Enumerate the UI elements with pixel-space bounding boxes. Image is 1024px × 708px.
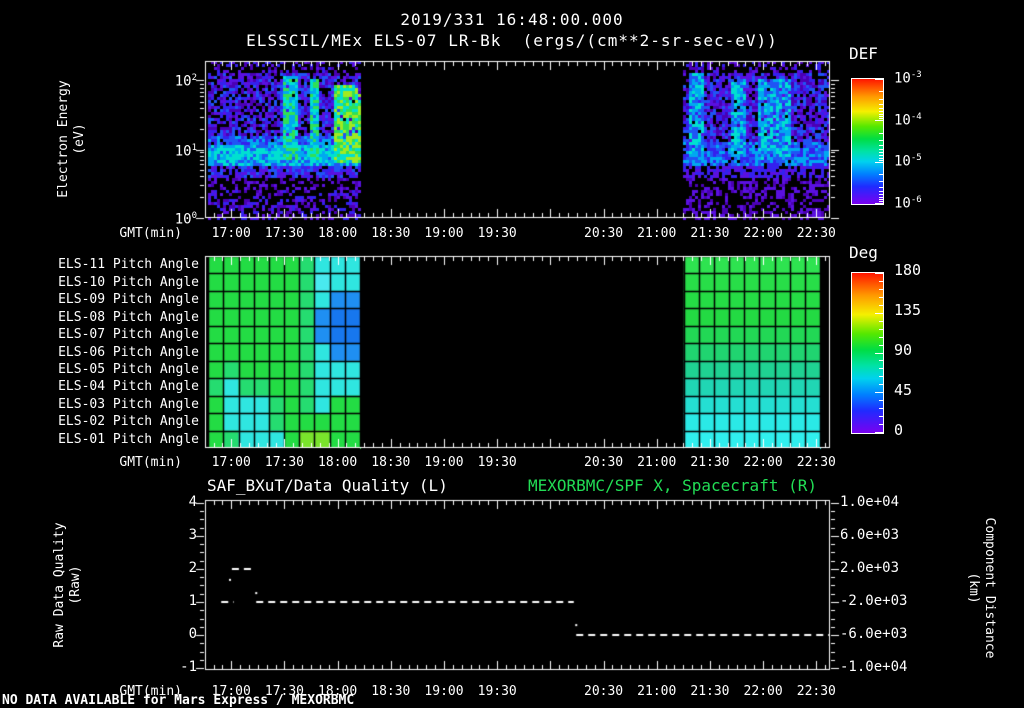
x-tick-label: 22:00 bbox=[743, 684, 783, 699]
def-colorbar-tick-label: 10-3 bbox=[894, 70, 922, 87]
x-tick-label: 19:30 bbox=[477, 684, 517, 699]
gmt-axis-title: GMT(min) bbox=[119, 226, 182, 241]
pitch-angle-row-label: ELS-05 Pitch Angle bbox=[58, 361, 199, 377]
quality-tick-label: 3 bbox=[188, 527, 197, 543]
x-tick-label: 19:30 bbox=[477, 455, 517, 470]
x-tick-label: 21:30 bbox=[690, 226, 730, 241]
x-tick-label: 21:30 bbox=[690, 684, 730, 699]
x-tick-label: 17:30 bbox=[264, 455, 305, 470]
x-tick-label: 19:00 bbox=[424, 226, 464, 241]
pitch-angle-row-label: ELS-10 Pitch Angle bbox=[58, 274, 199, 290]
x-tick-label: 17:00 bbox=[211, 455, 251, 470]
energy-tick-label: 102 bbox=[174, 72, 197, 90]
pitch-angle-row-label: ELS-03 Pitch Angle bbox=[58, 396, 199, 412]
deg-colorbar-tick-label: 90 bbox=[894, 341, 913, 359]
distance-tick-label: 1.0e+04 bbox=[840, 494, 900, 510]
x-tick-label: 19:00 bbox=[424, 684, 464, 699]
def-colorbar-tick-label: 10-5 bbox=[894, 153, 922, 170]
distance-tick-label: 6.0e+03 bbox=[840, 527, 900, 543]
x-tick-label: 22:00 bbox=[743, 455, 783, 470]
quality-tick-label: -1 bbox=[180, 659, 197, 675]
x-tick-label: 22:30 bbox=[796, 684, 836, 699]
axis-labels-layer: GMT(min) 17:00 17:30 18:00 18:30 19:00 19:30 20… bbox=[0, 0, 1024, 708]
x-tick-label: 21:00 bbox=[637, 455, 677, 470]
pitch-angle-row-label: ELS-11 Pitch Angle bbox=[58, 257, 199, 273]
no-data-status-line: NO DATA AVAILABLE for Mars Express / MEX… bbox=[2, 693, 355, 708]
spectrogram-display-screen: 2019/331 16:48:00.000 ELSSCIL/MEx ELS-07… bbox=[0, 0, 1024, 708]
quality-tick-label: 1 bbox=[188, 593, 197, 609]
x-tick-label: 22:00 bbox=[743, 226, 783, 241]
x-tick-label: 21:00 bbox=[637, 226, 677, 241]
deg-colorbar-tick-label: 45 bbox=[894, 381, 913, 399]
def-colorbar-tick-label: 10-4 bbox=[894, 111, 922, 129]
pitch-angle-row-label: ELS-09 Pitch Angle bbox=[58, 292, 199, 308]
pitch-angle-row-label: ELS-01 Pitch Angle bbox=[58, 431, 199, 447]
distance-tick-label: -1.0e+04 bbox=[840, 659, 908, 675]
x-tick-label: 20:30 bbox=[583, 455, 624, 470]
x-tick-label: 18:30 bbox=[371, 226, 411, 241]
quality-tick-label: 2 bbox=[188, 560, 197, 576]
distance-tick-label: -2.0e+03 bbox=[840, 593, 908, 609]
x-tick-label: 19:00 bbox=[424, 455, 464, 470]
quality-tick-label: 0 bbox=[188, 626, 197, 642]
energy-tick-label: 101 bbox=[174, 143, 197, 160]
pitch-angle-row-label: ELS-08 Pitch Angle bbox=[58, 309, 199, 325]
energy-tick-label: 100 bbox=[174, 211, 197, 228]
x-tick-label: 18:00 bbox=[318, 455, 358, 470]
deg-colorbar-tick-label: 180 bbox=[894, 261, 922, 279]
deg-colorbar-tick-label: 135 bbox=[894, 301, 922, 319]
quality-tick-label: 4 bbox=[188, 494, 197, 510]
pitch-angle-row-label: ELS-07 Pitch Angle bbox=[58, 327, 199, 343]
x-tick-label: 19:30 bbox=[477, 226, 517, 241]
x-tick-label: 20:30 bbox=[583, 684, 624, 699]
x-tick-label: 18:00 bbox=[318, 226, 358, 241]
x-tick-label: 22:30 bbox=[796, 226, 836, 241]
x-tick-label: 21:30 bbox=[690, 455, 730, 470]
distance-tick-label: -6.0e+03 bbox=[840, 626, 908, 642]
x-tick-label: 21:00 bbox=[637, 684, 677, 699]
def-colorbar-tick-label: 10-6 bbox=[894, 195, 922, 212]
gmt-axis-title: GMT(min) bbox=[119, 455, 182, 470]
x-tick-label: 17:30 bbox=[264, 226, 305, 241]
pitch-angle-row-label: ELS-02 Pitch Angle bbox=[58, 414, 199, 430]
x-tick-label: 17:00 bbox=[211, 226, 251, 241]
pitch-angle-row-label: ELS-06 Pitch Angle bbox=[58, 344, 199, 360]
distance-tick-label: 2.0e+03 bbox=[840, 560, 900, 576]
x-tick-label: 20:30 bbox=[583, 226, 624, 241]
x-tick-label: 22:30 bbox=[796, 455, 836, 470]
x-tick-label: 18:30 bbox=[371, 455, 411, 470]
pitch-angle-row-label: ELS-04 Pitch Angle bbox=[58, 379, 199, 395]
x-tick-label: 18:30 bbox=[371, 684, 411, 699]
deg-colorbar-tick-label: 0 bbox=[894, 421, 904, 439]
